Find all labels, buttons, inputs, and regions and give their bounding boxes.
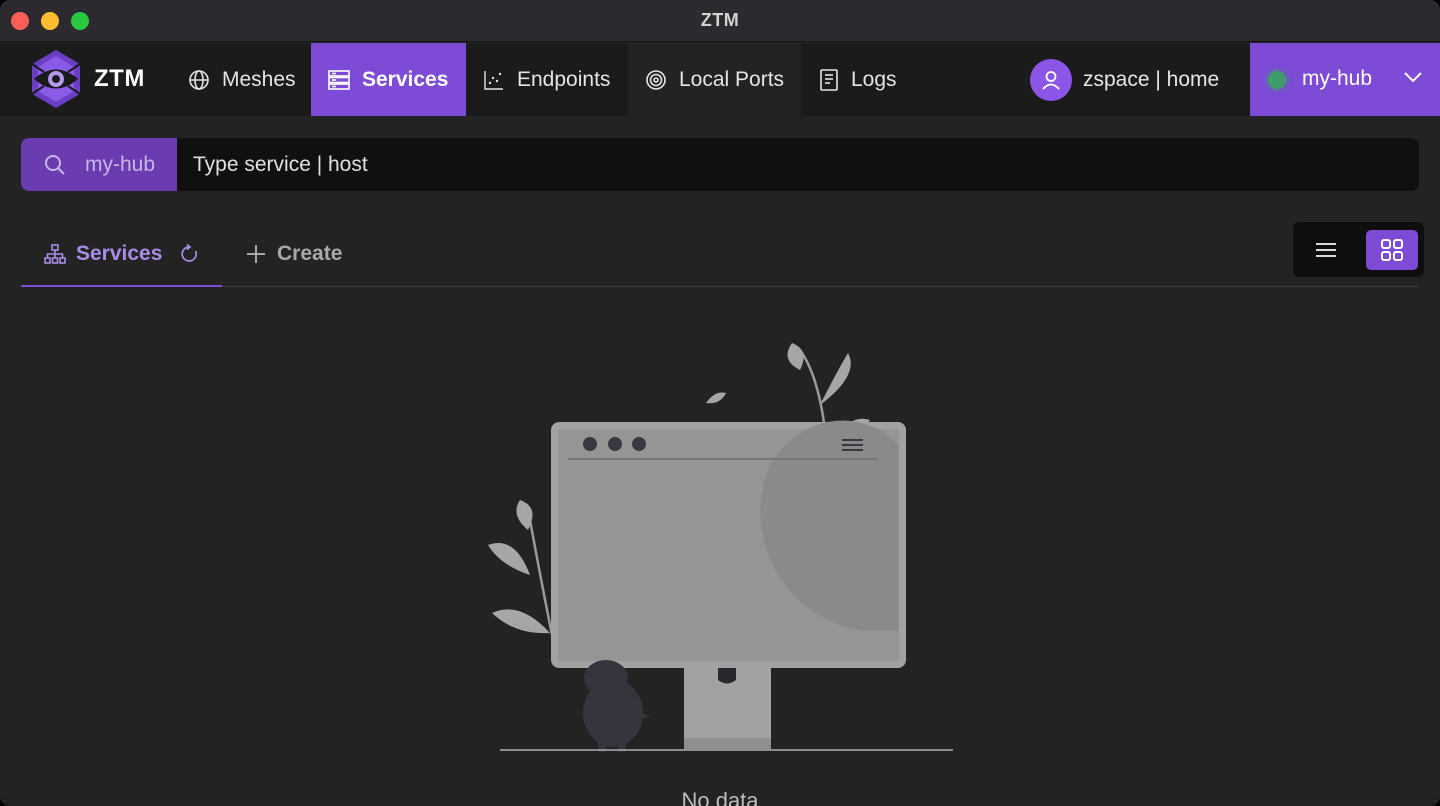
list-icon — [1316, 243, 1336, 257]
search-scope-label: my-hub — [85, 153, 156, 176]
nav-item-label: Meshes — [222, 67, 296, 91]
nav-item-label: Services — [362, 67, 449, 91]
globe-icon — [189, 69, 209, 90]
avatar — [1030, 58, 1072, 101]
nav-item-local-ports[interactable]: Local Ports — [628, 43, 801, 116]
search-icon — [45, 155, 65, 175]
tab-create-label: Create — [277, 242, 343, 265]
window-title: ZTM — [700, 10, 740, 30]
document-icon — [820, 68, 838, 91]
app-window: ZTM ZTM Meshes Services Endpoints Local … — [0, 0, 1440, 806]
nav-item-meshes[interactable]: Meshes — [172, 43, 311, 116]
hub-label: my-hub — [1302, 67, 1373, 90]
server-icon — [328, 69, 350, 90]
grid-icon — [1381, 239, 1403, 261]
search-input[interactable] — [177, 138, 1419, 191]
list-view-button[interactable] — [1300, 230, 1352, 270]
grid-view-button[interactable] — [1366, 230, 1418, 270]
nav-item-label: Local Ports — [679, 67, 785, 91]
nav-item-services[interactable]: Services — [311, 43, 466, 116]
search-scope[interactable]: my-hub — [21, 138, 177, 191]
hub-selector[interactable]: my-hub — [1250, 43, 1440, 116]
brand-name: ZTM — [94, 65, 145, 92]
nav-item-label: Logs — [851, 67, 897, 91]
empty-state-illustration-icon — [488, 343, 953, 752]
refresh-icon[interactable] — [178, 243, 200, 265]
user-menu[interactable]: zspace | home — [1030, 43, 1219, 116]
tab-create[interactable]: Create — [245, 222, 342, 286]
chevron-down-icon — [1404, 72, 1422, 83]
top-navbar: ZTM Meshes Services Endpoints Local Port… — [0, 43, 1440, 116]
title-bar: ZTM — [0, 0, 1440, 42]
search-bar: my-hub — [21, 138, 1419, 191]
tab-bar: Services Create — [21, 222, 1419, 287]
nav-item-endpoints[interactable]: Endpoints — [466, 43, 628, 116]
scatter-chart-icon — [484, 70, 503, 90]
empty-state-message: No data — [681, 788, 759, 806]
nav-item-logs[interactable]: Logs — [801, 43, 921, 116]
user-label: zspace | home — [1083, 67, 1220, 91]
hub-status-dot — [1268, 71, 1286, 89]
user-icon — [1042, 70, 1060, 90]
hierarchy-icon — [44, 243, 66, 264]
tab-services[interactable]: Services — [21, 222, 222, 287]
nav-item-label: Endpoints — [517, 67, 611, 91]
target-icon — [646, 69, 666, 90]
tab-services-label: Services — [76, 241, 163, 265]
plus-icon — [247, 245, 265, 263]
ztm-logo-icon — [31, 50, 81, 108]
view-toggle — [1293, 222, 1424, 277]
brand[interactable]: ZTM — [28, 48, 145, 110]
